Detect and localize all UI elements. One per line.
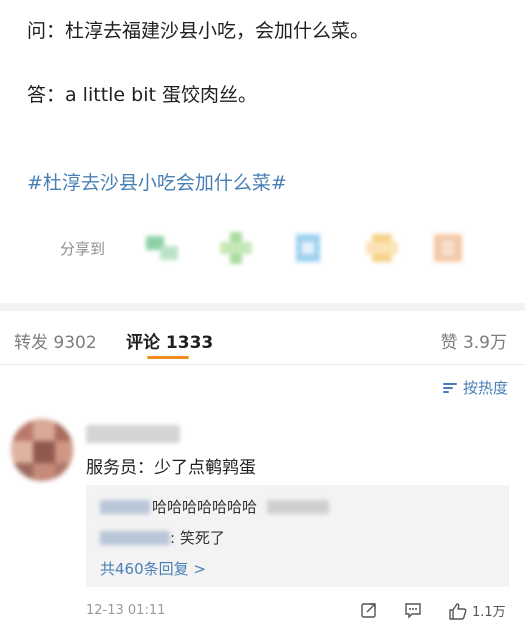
qq-icon[interactable] xyxy=(292,232,324,264)
reply-text: 哈哈哈哈哈哈哈 xyxy=(152,498,258,516)
post-answer: 答：a little bit 蛋饺肉丝。 xyxy=(27,84,257,106)
hashtag-link[interactable]: #杜淳去沙县小吃会加什么菜# xyxy=(27,168,287,195)
sort-row: 按热度 xyxy=(0,366,525,406)
reply-extra-blurred xyxy=(267,499,330,514)
reply-item: 哈哈哈哈哈哈哈 xyxy=(100,496,330,517)
forward-icon xyxy=(361,603,376,618)
comment-text: 服务员：少了点鹌鹑蛋 xyxy=(86,458,256,478)
avatar[interactable] xyxy=(11,419,73,481)
reply-item: : 笑死了 xyxy=(100,527,225,548)
comment-timestamp: 12-13 01:11 xyxy=(86,603,166,618)
post-question: 问：杜淳去福建沙县小吃，会加什么菜。 xyxy=(27,20,370,42)
section-divider xyxy=(0,303,525,311)
reply-author-blurred[interactable] xyxy=(100,499,150,514)
tab-like[interactable]: 赞 3.9万 xyxy=(441,328,507,353)
more-replies-link[interactable]: 共460条回复 > xyxy=(100,558,206,579)
like-button[interactable]: 1.1万 xyxy=(448,601,506,620)
interaction-tabs: 转发 9302 评论 1333 赞 3.9万 xyxy=(0,311,525,365)
qzone-icon[interactable] xyxy=(366,232,398,264)
reply-button[interactable] xyxy=(404,601,422,619)
thumbs-up-icon xyxy=(449,602,467,620)
more-share-icon[interactable] xyxy=(432,232,464,264)
comment-icon xyxy=(405,603,421,619)
username-blurred[interactable] xyxy=(86,425,180,443)
active-tab-indicator xyxy=(147,356,189,359)
share-row: 分享到 xyxy=(0,226,525,274)
tab-repost[interactable]: 转发 9302 xyxy=(14,328,97,353)
like-count: 1.1万 xyxy=(472,605,506,620)
wechat-icon[interactable] xyxy=(146,232,178,264)
tab-comment[interactable]: 评论 1333 xyxy=(126,328,213,353)
reply-author-blurred[interactable] xyxy=(100,530,170,545)
comment-footer: 12-13 01:11 1.1万 xyxy=(86,601,509,623)
reply-preview-box[interactable]: 哈哈哈哈哈哈哈 : 笑死了 共460条回复 > xyxy=(86,485,509,587)
sort-icon xyxy=(442,381,459,395)
moments-icon[interactable] xyxy=(220,232,252,264)
comment-item: 服务员：少了点鹌鹑蛋 哈哈哈哈哈哈哈 : 笑死了 共460条回复 > 12-13… xyxy=(0,405,525,635)
sort-by-hot-button[interactable]: 按热度 xyxy=(442,377,508,398)
share-label: 分享到 xyxy=(60,240,106,258)
reply-text: : 笑死了 xyxy=(170,529,225,547)
sort-label: 按热度 xyxy=(462,379,508,397)
forward-button[interactable] xyxy=(360,601,378,619)
